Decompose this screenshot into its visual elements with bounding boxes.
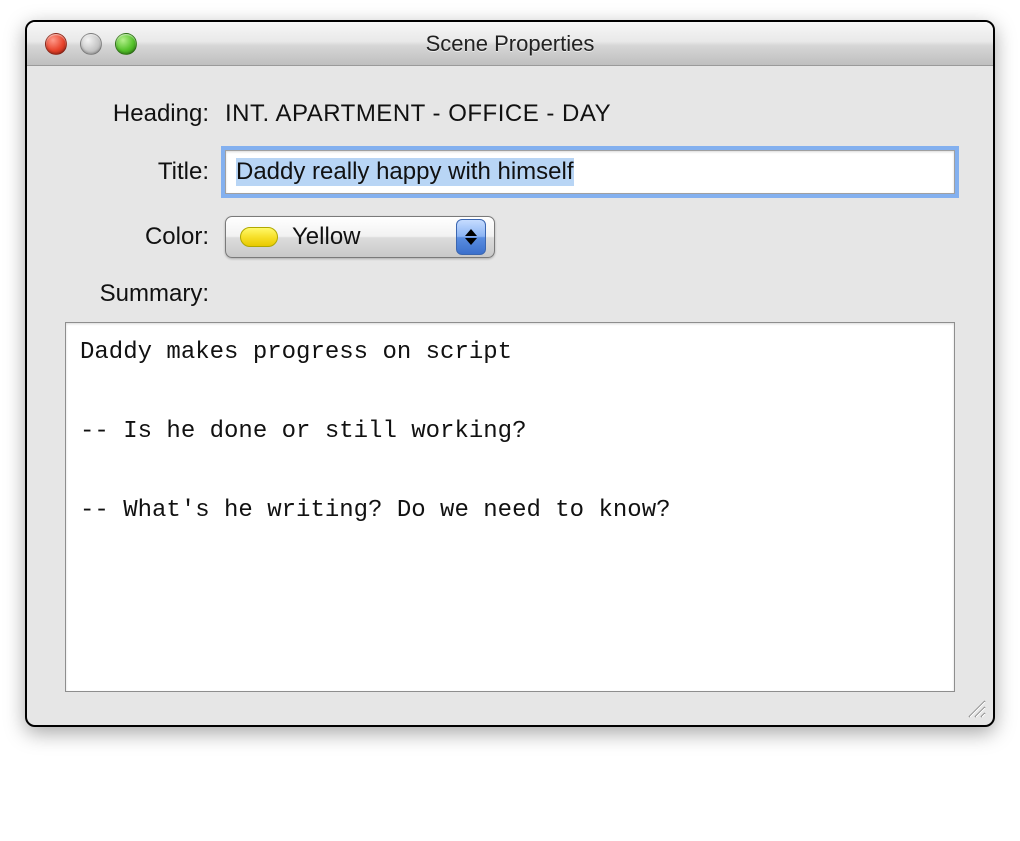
color-row: Color: Yellow [65,216,955,258]
resize-grip-icon[interactable] [965,697,987,719]
scene-properties-window: Scene Properties Heading: INT. APARTMENT… [25,20,995,727]
title-label: Title: [65,158,225,186]
updown-arrows-icon [456,219,486,255]
titlebar[interactable]: Scene Properties [27,22,993,66]
heading-row: Heading: INT. APARTMENT - OFFICE - DAY [65,100,955,128]
close-icon[interactable] [45,33,67,55]
color-swatch-icon [240,227,278,247]
zoom-icon[interactable] [115,33,137,55]
window-title: Scene Properties [27,31,993,57]
summary-textarea[interactable] [65,322,955,692]
summary-label: Summary: [65,280,225,308]
heading-label: Heading: [65,100,225,128]
traffic-lights [45,33,137,55]
heading-value: INT. APARTMENT - OFFICE - DAY [225,100,611,128]
minimize-icon[interactable] [80,33,102,55]
summary-label-row: Summary: [65,280,955,308]
color-label: Color: [65,223,225,251]
title-input[interactable] [225,150,955,194]
color-select[interactable]: Yellow [225,216,495,258]
content-area: Heading: INT. APARTMENT - OFFICE - DAY T… [27,66,993,725]
color-selected-label: Yellow [292,223,361,251]
title-row: Title: [65,150,955,194]
